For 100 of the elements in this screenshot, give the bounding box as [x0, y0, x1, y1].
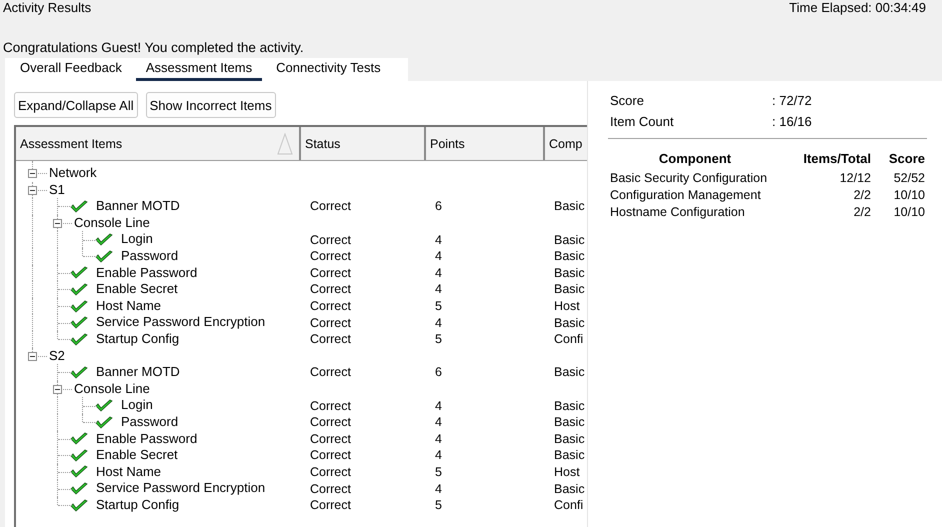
collapse-icon[interactable]	[28, 186, 37, 195]
status-cell-text: Correct	[309, 482, 352, 496]
column-header[interactable]: Points	[426, 127, 545, 160]
status-cell-text: Correct	[309, 199, 352, 214]
points-cell-text: 4	[434, 282, 443, 296]
points-cell-text: 4	[434, 266, 443, 280]
status-cell-text: Correct	[309, 415, 352, 430]
status-cell-text: Correct	[309, 498, 352, 512]
status-cell-text: Correct	[309, 232, 352, 247]
component-name: Hostname Configuration	[610, 204, 746, 221]
points-cell-text: 5	[434, 332, 443, 346]
points-cell-text: 4	[434, 482, 443, 496]
component-score: 10/10	[892, 204, 925, 221]
status-cell-text: Correct	[309, 266, 352, 280]
status-cell-text: Correct	[309, 282, 352, 296]
elapsed-time: Time Elapsed: 00:34:49	[789, 0, 926, 16]
points-cell-text: 5	[434, 299, 443, 314]
tree-item[interactable]: Service Password Encryption	[88, 480, 266, 497]
component-cell-text: Host	[553, 299, 581, 314]
column-header: Component	[658, 150, 732, 168]
component-cell-text: Host	[553, 464, 581, 479]
component-cell-text: Basic	[553, 365, 586, 380]
tree-item[interactable]: Console Line	[72, 214, 150, 232]
tree-item[interactable]: S1	[47, 182, 65, 198]
tree-item[interactable]: Banner MOTD	[88, 364, 180, 381]
points-cell-text: 4	[434, 316, 443, 330]
component-cell-text: Basic	[553, 232, 586, 247]
column-header[interactable]: Assessment Items	[16, 127, 301, 160]
component-cell-text: Basic	[553, 199, 586, 214]
points-cell-text: 5	[434, 498, 443, 512]
collapse-icon[interactable]	[53, 219, 62, 228]
tree-item[interactable]: Host Name	[88, 298, 162, 314]
status-cell-text: Correct	[309, 316, 352, 330]
tree-item[interactable]: Login	[113, 397, 153, 414]
points-cell-text: 4	[434, 232, 443, 247]
tree-item[interactable]: S2	[47, 348, 65, 364]
component-cell-text: Basic	[553, 482, 586, 496]
tab[interactable]: Overall Feedback	[10, 58, 132, 81]
tree-item[interactable]: Banner MOTD	[88, 198, 180, 215]
component-name: Configuration Management	[610, 187, 762, 204]
status-cell-text: Correct	[309, 365, 352, 380]
component-cell-text: Basic	[553, 432, 586, 446]
completion-message: Congratulations Guest! You completed the activity.	[2, 39, 305, 57]
items-total: 12/12	[838, 170, 871, 187]
status-cell-text: Correct	[309, 464, 352, 479]
component-cell-text: Basic	[553, 266, 586, 280]
stat-label: Item Count	[610, 113, 675, 131]
tab[interactable]: Connectivity Tests	[266, 58, 391, 81]
tree-item[interactable]: Password	[113, 248, 178, 265]
tree-item[interactable]: Startup Config	[88, 496, 180, 514]
tree-item[interactable]: Startup Config	[88, 330, 180, 348]
component-score: 10/10	[892, 187, 925, 204]
tree-item[interactable]: Host Name	[88, 464, 162, 480]
collapse-icon[interactable]	[28, 169, 37, 178]
component-name: Basic Security Configuration	[610, 170, 768, 187]
column-header: Items/Total	[802, 150, 871, 168]
status-cell-text: Correct	[309, 448, 352, 462]
component-cell-text: Basic	[553, 398, 586, 413]
tree-item[interactable]: Enable Password	[88, 264, 198, 282]
status-cell-text: Correct	[309, 398, 352, 413]
sort-icon	[277, 132, 293, 154]
stat-value: : 16/16	[772, 113, 813, 131]
stat-value: : 72/72	[772, 92, 813, 110]
component-cell-text: Confi	[553, 498, 584, 512]
points-cell-text: 4	[434, 432, 443, 446]
status-cell-text: Correct	[309, 332, 352, 346]
tree-item[interactable]: Service Password Encryption	[88, 314, 266, 331]
tree-item[interactable]: Enable Password	[88, 430, 198, 448]
tree-item[interactable]: Password	[113, 414, 178, 430]
window-title: Activity Results	[3, 0, 92, 16]
points-cell-text: 6	[434, 199, 443, 214]
tree-item[interactable]: Enable Secret	[88, 447, 178, 464]
component-score: 52/52	[892, 170, 925, 187]
component-cell-text: Basic	[553, 282, 586, 296]
tree-item[interactable]: Login	[113, 231, 153, 248]
component-cell-text: Basic	[553, 316, 586, 330]
tree-item[interactable]: Console Line	[72, 380, 150, 398]
expand-collapse-button[interactable]: Expand/Collapse All	[14, 92, 138, 118]
points-cell-text: 4	[434, 398, 443, 413]
tree-item[interactable]: Enable Secret	[88, 281, 178, 298]
show-incorrect-button[interactable]: Show Incorrect Items	[146, 92, 276, 118]
status-cell-text: Correct	[309, 432, 352, 446]
component-cell-text: Confi	[553, 332, 584, 346]
component-cell-text: Basic	[553, 415, 586, 430]
component-cell-text: Basic	[553, 448, 586, 462]
component-cell-text: Basic	[553, 249, 586, 264]
points-cell-text: 6	[434, 365, 443, 380]
items-total: 2/2	[852, 187, 871, 204]
collapse-icon[interactable]	[28, 352, 37, 361]
points-cell-text: 4	[434, 415, 443, 430]
collapse-icon[interactable]	[53, 385, 62, 394]
tree-item[interactable]: Network	[47, 165, 97, 182]
points-cell-text: 5	[434, 464, 443, 479]
stat-label: Score	[610, 92, 645, 110]
items-total: 2/2	[852, 204, 871, 221]
points-cell-text: 4	[434, 448, 443, 462]
status-cell-text: Correct	[309, 249, 352, 264]
column-header[interactable]: Status	[301, 127, 426, 160]
points-cell-text: 4	[434, 249, 443, 264]
status-cell-text: Correct	[309, 299, 352, 314]
